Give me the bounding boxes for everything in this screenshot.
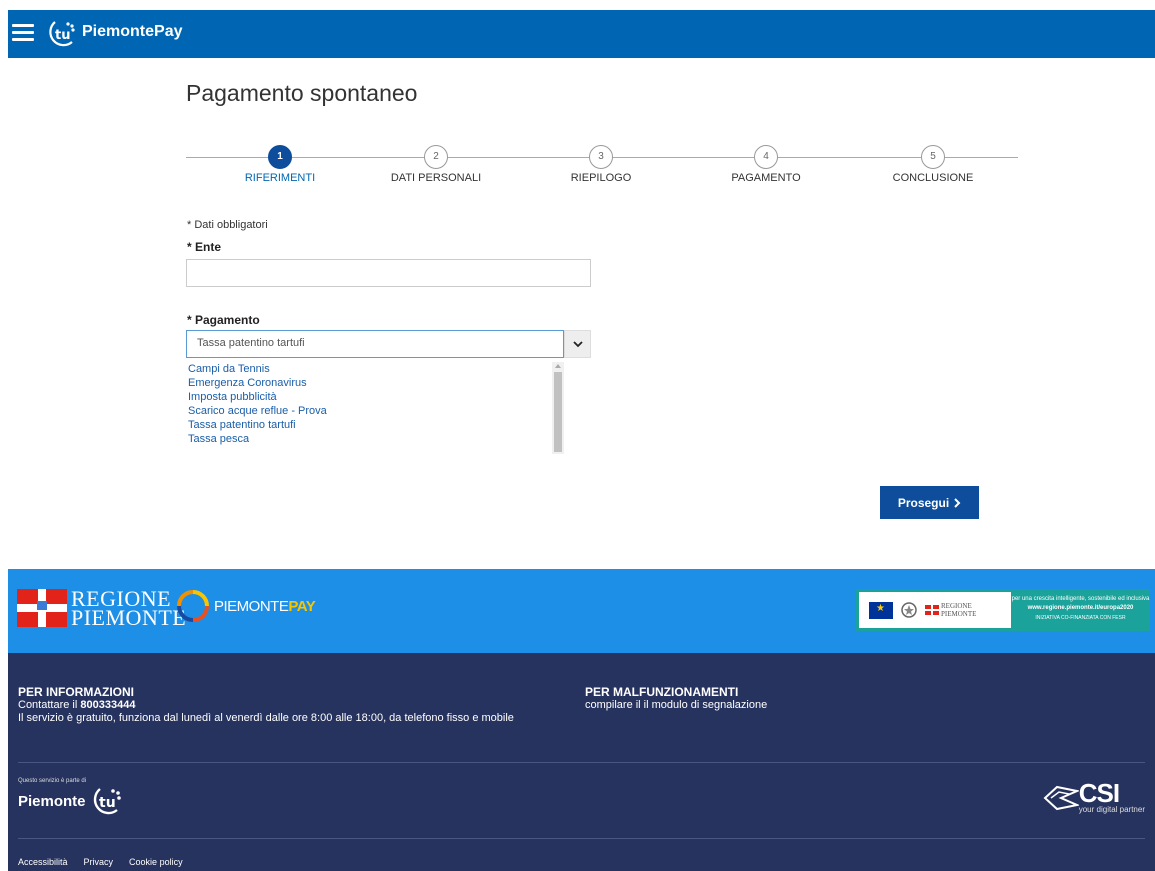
- step-label: DATI PERSONALI: [390, 172, 482, 184]
- footer: PER INFORMAZIONI Contattare il 800333444…: [8, 653, 1155, 871]
- scrollbar-thumb[interactable]: [554, 372, 562, 452]
- svg-text:tu: tu: [55, 28, 70, 43]
- piemontepay-ring-icon: [177, 590, 209, 622]
- malfunction-text[interactable]: compilare il il modulo di segnalazione: [585, 699, 767, 712]
- mini-regione-text: REGIONE: [941, 602, 972, 610]
- step-number: 1: [268, 145, 292, 169]
- option-item[interactable]: Emergenza Coronavirus: [186, 376, 564, 390]
- top-bar: tu PiemontePay: [0, 0, 1155, 58]
- pagamento-options-list: Campi da Tennis Emergenza Coronavirus Im…: [186, 362, 564, 454]
- info-contact: Contattare il 800333444: [18, 699, 514, 712]
- footer-logo-band: REGIONE PIEMONTE PIEMONTEPAY REGIONEPIEM…: [8, 569, 1155, 653]
- regione-piemonte-logo[interactable]: REGIONE PIEMONTE: [17, 588, 187, 630]
- scroll-up-icon[interactable]: [555, 364, 561, 368]
- option-item[interactable]: Tassa patentino tartufi: [186, 418, 564, 432]
- piemonte-tu-logo[interactable]: Questo servizio è parte di Piemonte tu: [18, 778, 124, 817]
- svg-text:tu: tu: [99, 795, 116, 811]
- step-number: 2: [424, 145, 448, 169]
- footer-divider: [18, 838, 1145, 839]
- step-conclusione: 5 CONCLUSIONE: [873, 143, 993, 184]
- step-dati-personali: 2 DATI PERSONALI: [376, 143, 496, 184]
- csi-text: CSI: [1078, 778, 1120, 808]
- hamburger-menu-icon[interactable]: [12, 24, 34, 42]
- info-hours: Il servizio è gratuito, funziona dal lun…: [18, 712, 514, 724]
- italy-emblem-icon: [901, 602, 917, 618]
- footer-divider: [18, 762, 1145, 763]
- options-scrollbar[interactable]: [552, 362, 564, 454]
- piemontepay-text: PIEMONTE: [214, 597, 289, 615]
- piemonte-tu-small-text: Questo servizio è parte di: [18, 778, 87, 784]
- csi-logo[interactable]: CSI your digital partner: [1043, 778, 1145, 814]
- mini-piemonte-text: PIEMONTE: [941, 610, 977, 618]
- footer-links: Accessibilità Privacy Cookie policy: [18, 857, 183, 867]
- footer-link-accessibilita[interactable]: Accessibilità: [18, 857, 68, 867]
- info-section: PER INFORMAZIONI Contattare il 800333444…: [18, 686, 514, 725]
- eu-funding-banner[interactable]: REGIONEPIEMONTE per una crescita intelli…: [856, 589, 1150, 631]
- pagamento-select[interactable]: Tassa patentino tartufi: [186, 330, 564, 358]
- step-number: 3: [589, 145, 613, 169]
- piemonte-text: PIEMONTE: [71, 605, 187, 630]
- eu-footnote-text: INIZIATIVA CO-FINANZIATA CON FESR: [1035, 615, 1126, 621]
- csi-tagline: your digital partner: [1078, 805, 1145, 814]
- option-item[interactable]: Imposta pubblicità: [186, 390, 564, 404]
- step-pagamento: 4 PAGAMENTO: [706, 143, 826, 184]
- mini-regione-logo: REGIONE PIEMONTE: [925, 602, 976, 618]
- prosegui-button[interactable]: Prosegui: [880, 486, 979, 519]
- prosegui-label: Prosegui: [897, 495, 950, 510]
- tu-logo-icon: tu: [49, 21, 75, 47]
- info-title: PER INFORMAZIONI: [18, 685, 134, 699]
- piemonte-tu-word: Piemonte: [18, 792, 86, 810]
- step-number: 4: [754, 145, 778, 169]
- ente-input[interactable]: [186, 259, 591, 287]
- footer-link-privacy[interactable]: Privacy: [84, 857, 114, 867]
- step-riferimenti: 1 RIFERIMENTI: [220, 143, 340, 184]
- piemontepay-highlight: PAY: [288, 597, 316, 615]
- chevron-down-icon[interactable]: [564, 330, 591, 358]
- option-item[interactable]: Tassa pesca: [186, 432, 564, 446]
- progress-stepper: 1 RIFERIMENTI 2 DATI PERSONALI 3 RIEPILO…: [186, 143, 1018, 193]
- step-riepilogo: 3 RIEPILOGO: [541, 143, 661, 184]
- eu-url-text: www.regione.piemonte.it/europa2020: [1027, 605, 1134, 611]
- info-phone[interactable]: 800333444: [80, 699, 135, 711]
- malfunction-title: PER MALFUNZIONAMENTI: [585, 685, 739, 699]
- malfunction-section: PER MALFUNZIONAMENTI compilare il il mod…: [585, 686, 767, 712]
- header: tu PiemontePay: [8, 10, 1155, 58]
- info-contact-prefix: Contattare il: [18, 699, 81, 711]
- csi-swoosh-icon: [1043, 785, 1079, 810]
- step-label: RIEPILOGO: [570, 172, 632, 184]
- required-note: * Dati obbligatori: [187, 219, 268, 231]
- regione-piemonte-flag-icon: [17, 589, 67, 627]
- chevron-right-icon: [954, 497, 961, 508]
- option-item[interactable]: Scarico acque reflue - Prova: [186, 404, 564, 418]
- eu-slogan-text: per una crescita intelligente, sostenibi…: [1011, 596, 1150, 602]
- eu-flag-icon: [869, 601, 893, 619]
- option-item[interactable]: Campi da Tennis: [186, 362, 564, 376]
- app-name[interactable]: PiemontePay: [82, 23, 182, 41]
- step-label: RIFERIMENTI: [244, 172, 316, 184]
- pagamento-label: * Pagamento: [187, 313, 260, 327]
- step-label: CONCLUSIONE: [892, 172, 974, 184]
- step-number: 5: [921, 145, 945, 169]
- ente-label: * Ente: [187, 240, 222, 254]
- page-title: Pagamento spontaneo: [186, 80, 418, 106]
- tu-logo-icon: tu: [93, 788, 121, 815]
- footer-link-cookie-policy[interactable]: Cookie policy: [129, 857, 183, 867]
- step-label: PAGAMENTO: [731, 172, 801, 184]
- piemontepay-logo[interactable]: PIEMONTEPAY: [176, 589, 316, 623]
